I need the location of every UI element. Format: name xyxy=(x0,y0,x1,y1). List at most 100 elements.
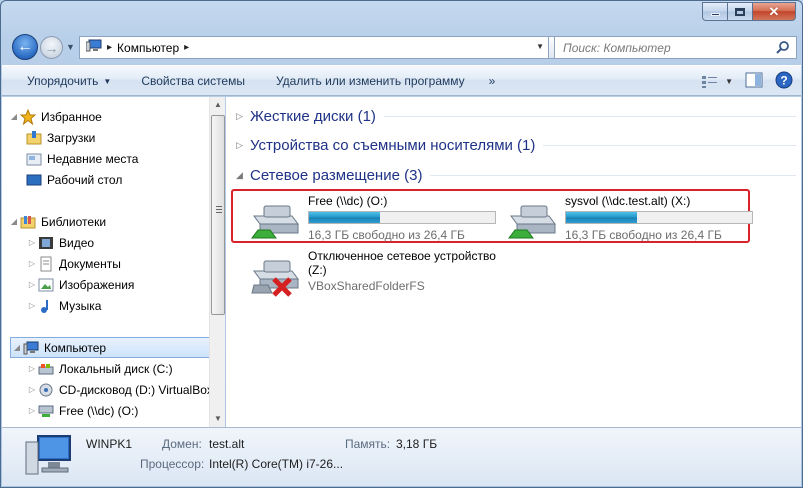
nav-computer[interactable]: ◢ Компьютер xyxy=(10,337,210,358)
scroll-up-icon[interactable]: ▲ xyxy=(210,97,226,113)
drive-info: Free (\\dc) (O:) 16,3 ГБ свободно из 26,… xyxy=(308,194,496,242)
music-library-icon xyxy=(38,298,54,314)
organize-label: Упорядочить xyxy=(27,73,99,88)
network-drive-free[interactable]: Free (\\dc) (O:) 16,3 ГБ свободно из 26,… xyxy=(248,194,496,242)
nav-label: Рабочий стол xyxy=(47,172,123,187)
organize-button[interactable]: Упорядочить ▼ xyxy=(27,74,127,88)
search-input[interactable] xyxy=(563,40,763,55)
breadcrumb-separator-icon[interactable]: ▸ xyxy=(107,42,112,53)
memory-label: Память: xyxy=(345,437,391,451)
expand-icon[interactable]: ▷ xyxy=(26,280,38,289)
expand-icon[interactable]: ◢ xyxy=(8,112,20,121)
group-title: Устройства со съемными носителями (1) xyxy=(250,136,536,154)
group-removable[interactable]: ▷ Устройства со съемными носителями (1) xyxy=(236,135,796,155)
expand-group-icon[interactable]: ▷ xyxy=(236,140,250,151)
nav-local-disk-c[interactable]: ▷ Локальный диск (C:) xyxy=(26,358,233,379)
preview-pane-icon xyxy=(745,72,763,88)
drive-name: Отключенное сетевое устройство xyxy=(308,249,496,263)
search-icon[interactable] xyxy=(776,40,790,57)
change-view-button[interactable]: ▼ xyxy=(701,75,733,89)
nav-pictures[interactable]: ▷ Изображения xyxy=(26,274,233,295)
nav-cd-drive-d[interactable]: ▷ CD-дисковод (D:) VirtualBox xyxy=(26,379,233,400)
collapse-group-icon[interactable]: ◢ xyxy=(236,170,250,181)
nav-label: Музыка xyxy=(59,298,102,313)
expand-icon[interactable]: ◢ xyxy=(11,343,23,352)
maximize-icon xyxy=(735,7,745,16)
chevron-down-icon: ▼ xyxy=(66,42,75,52)
expand-icon[interactable]: ◢ xyxy=(8,217,20,226)
libraries-icon xyxy=(20,214,36,230)
processor-value: Intel(R) Core(TM) i7-26... xyxy=(209,457,344,471)
nav-video[interactable]: ▷ Видео xyxy=(26,232,233,253)
nav-label: Библиотеки xyxy=(41,214,107,229)
navigation-pane: ◢ Избранное Загрузки Недавние места Рабо… xyxy=(2,97,225,427)
nav-label: CD-дисковод (D:) VirtualBox xyxy=(59,382,213,397)
drive-usage-fill xyxy=(566,212,637,223)
drive-usage-fill xyxy=(309,212,380,223)
content-pane: ▷ Жесткие диски (1) ▷ Устройства со съем… xyxy=(226,97,801,427)
expand-icon[interactable]: ▷ xyxy=(26,385,38,394)
nav-recent-places[interactable]: Недавние места xyxy=(26,148,233,169)
more-commands-button[interactable]: » xyxy=(489,74,496,88)
arrow-right-icon: → xyxy=(44,39,59,56)
command-bar: Упорядочить ▼ Свойства системы Удалить ил… xyxy=(2,65,801,96)
expand-group-icon[interactable]: ▷ xyxy=(236,111,250,122)
close-button[interactable]: ✕ xyxy=(753,2,796,21)
chevron-down-icon: ▼ xyxy=(103,76,112,86)
scroll-down-icon[interactable]: ▼ xyxy=(210,411,226,427)
minimize-icon xyxy=(710,13,720,16)
computer-icon xyxy=(24,432,74,483)
expand-icon[interactable]: ▷ xyxy=(26,238,38,247)
back-button[interactable]: ← xyxy=(12,34,38,60)
nav-favorites[interactable]: ◢ Избранное xyxy=(8,106,215,127)
expand-icon[interactable]: ▷ xyxy=(26,259,38,268)
recent-pages-button[interactable]: ▼ xyxy=(66,43,75,52)
expand-icon[interactable]: ▷ xyxy=(26,301,38,310)
explorer-window: ✕ ← → ▼ ▸ Компьютер ▸ ▼ ⟳ Упорядочить ▼ С… xyxy=(0,0,803,488)
group-divider xyxy=(543,144,796,146)
nav-label: Free (\\dc) (O:) xyxy=(59,403,139,418)
recent-places-icon xyxy=(26,151,42,167)
nav-desktop[interactable]: Рабочий стол xyxy=(26,169,233,190)
expand-icon[interactable]: ▷ xyxy=(26,364,38,373)
scroll-thumb[interactable] xyxy=(211,115,225,315)
nav-label: Загрузки xyxy=(47,130,96,145)
details-pane: WINPK1 Домен: test.alt Память: 3,18 ГБ П… xyxy=(2,427,801,486)
local-disk-icon xyxy=(38,361,54,377)
preview-pane-button[interactable] xyxy=(745,72,763,91)
address-history-dropdown-icon[interactable]: ▼ xyxy=(536,42,544,51)
nav-documents[interactable]: ▷ Документы xyxy=(26,253,233,274)
group-title: Жесткие диски (1) xyxy=(250,107,376,125)
network-drive-sysvol[interactable]: sysvol (\\dc.test.alt) (X:) 16,3 ГБ своб… xyxy=(505,194,753,242)
nav-label: Недавние места xyxy=(47,151,139,166)
nav-network-drive-o[interactable]: ▷ Free (\\dc) (O:) xyxy=(26,400,233,421)
nav-music[interactable]: ▷ Музыка xyxy=(26,295,233,316)
view-controls: ▼ ? xyxy=(701,71,793,92)
forward-button[interactable]: → xyxy=(40,36,63,59)
minimize-button[interactable] xyxy=(702,2,728,21)
help-button[interactable]: ? xyxy=(775,71,793,92)
system-properties-button[interactable]: Свойства системы xyxy=(141,74,261,88)
expand-icon[interactable]: ▷ xyxy=(26,406,38,415)
view-icon xyxy=(702,75,718,88)
group-hard-disks[interactable]: ▷ Жесткие диски (1) xyxy=(236,106,796,126)
nav-downloads[interactable]: Загрузки xyxy=(26,127,233,148)
uninstall-program-button[interactable]: Удалить или изменить программу xyxy=(276,74,481,88)
nav-scrollbar[interactable]: ▲ ▼ xyxy=(209,97,225,427)
breadcrumb-separator-icon[interactable]: ▸ xyxy=(184,42,189,53)
drive-info: Отключенное сетевое устройство (Z:) VBox… xyxy=(308,249,496,297)
video-library-icon xyxy=(38,235,54,251)
search-box[interactable] xyxy=(554,36,797,59)
address-bar[interactable]: ▸ Компьютер ▸ ▼ xyxy=(79,36,549,59)
computer-name: WINPK1 xyxy=(86,437,133,451)
breadcrumb-computer[interactable]: Компьютер xyxy=(117,41,179,55)
nav-libraries[interactable]: ◢ Библиотеки xyxy=(8,211,215,232)
chevron-down-icon: ▼ xyxy=(725,77,733,86)
processor-label: Процессор: xyxy=(140,457,205,471)
svg-text:?: ? xyxy=(780,74,787,88)
memory-value: 3,18 ГБ xyxy=(396,437,438,451)
drive-free-space: 16,3 ГБ свободно из 26,4 ГБ xyxy=(565,228,722,242)
maximize-button[interactable] xyxy=(728,2,753,21)
group-network[interactable]: ◢ Сетевое размещение (3) xyxy=(236,165,796,185)
network-drive-disconnected[interactable]: Отключенное сетевое устройство (Z:) VBox… xyxy=(248,249,496,297)
